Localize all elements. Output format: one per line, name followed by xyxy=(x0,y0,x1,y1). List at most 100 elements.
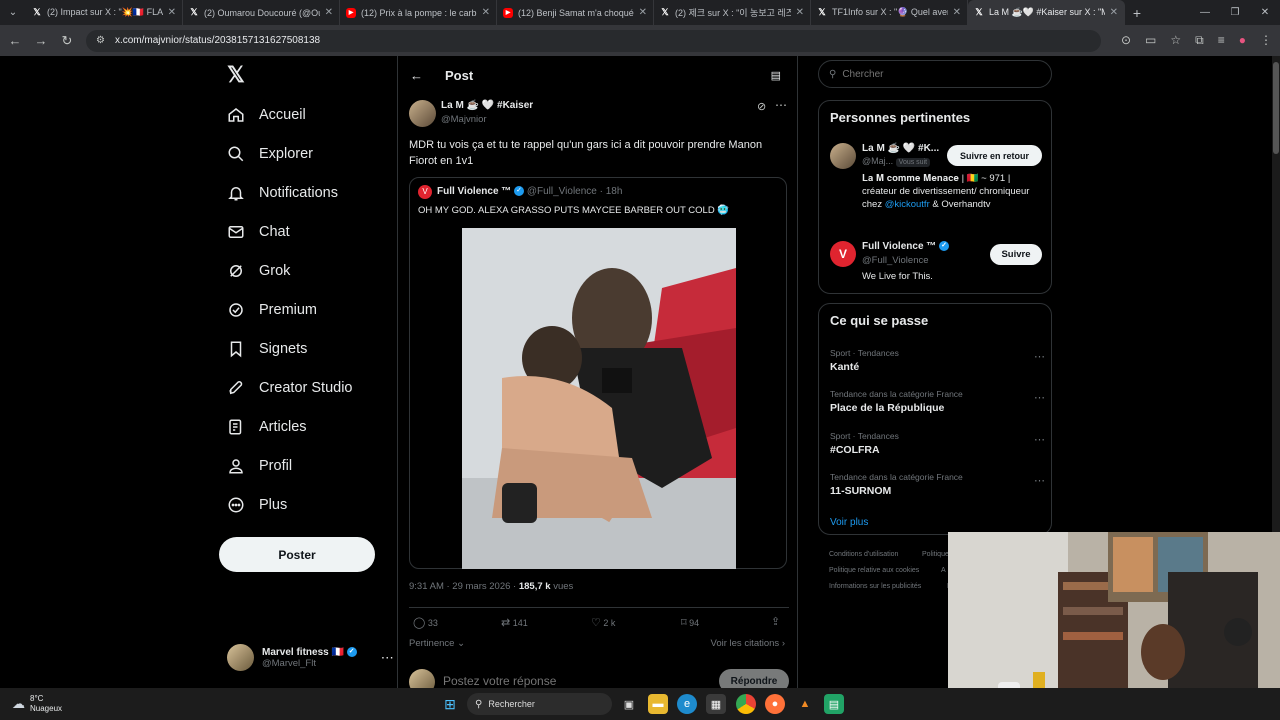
x-logo-icon[interactable]: 𝕏 xyxy=(227,62,245,88)
author-handle[interactable]: @Majvnior xyxy=(441,114,487,125)
browser-tab[interactable]: 𝕏 TF1Info sur X : "🔮 Quel avenir ✕ xyxy=(811,0,968,25)
grok-icon[interactable]: ⊘ xyxy=(757,100,766,113)
nav-item-articles[interactable]: Articles xyxy=(227,415,307,439)
follow-back-button[interactable]: Suivre en retour xyxy=(947,145,1042,166)
url-input[interactable]: ⚙ x.com/majvnior/status/2038157131627508… xyxy=(86,29,1101,52)
menu-icon[interactable]: ⋮ xyxy=(1260,33,1272,48)
scrollbar-thumb[interactable] xyxy=(1273,62,1279,154)
reply-button[interactable]: Répondre xyxy=(719,669,789,688)
account-switcher[interactable]: Marvel fitness 🇫🇷 ✓ @Marvel_Flt ⋯ xyxy=(227,644,394,671)
browser-tab-active[interactable]: 𝕏 La M ☕🤍 #Kaiser sur X : "MD ✕ xyxy=(968,0,1125,25)
star-icon[interactable]: ☆ xyxy=(1170,33,1181,48)
windows-start-icon[interactable]: ⊞ xyxy=(440,694,460,714)
trend-item[interactable]: Sport · Tendances #COLFRA ⋯ xyxy=(830,431,1045,456)
citations-link[interactable]: Voir les citations › xyxy=(711,638,785,649)
close-icon[interactable]: ✕ xyxy=(168,7,176,18)
more-icon[interactable]: ⋯ xyxy=(1034,350,1045,363)
new-tab-icon[interactable]: + xyxy=(1125,5,1149,21)
browser-tab[interactable]: ▶ (12) Benji Samat m'a choqué... ✕ xyxy=(497,0,654,25)
minimize-icon[interactable]: — xyxy=(1190,7,1220,18)
cast-icon[interactable]: ▭ xyxy=(1145,33,1156,48)
window-close-icon[interactable]: ✕ xyxy=(1250,7,1280,18)
close-icon[interactable]: ✕ xyxy=(953,7,961,18)
post-button[interactable]: Poster xyxy=(219,537,375,572)
site-info-icon[interactable]: ⚙ xyxy=(96,35,105,46)
nav-item-profile[interactable]: Profil xyxy=(227,454,292,478)
app-icon[interactable]: ▤ xyxy=(824,694,844,714)
nav-item-more[interactable]: Plus xyxy=(227,493,287,517)
weather-widget[interactable]: ☁ 8°C Nuageux xyxy=(12,694,62,714)
author-name[interactable]: La M ☕ 🤍 #Kaiser xyxy=(441,100,533,111)
file-explorer-icon[interactable]: ▬ xyxy=(648,694,668,714)
trend-item[interactable]: Sport · Tendances Kanté ⋯ xyxy=(830,348,1045,373)
profile-icon[interactable]: ● xyxy=(1239,33,1246,48)
show-more-link[interactable]: Voir plus xyxy=(830,517,868,528)
more-icon[interactable]: ⋯ xyxy=(1034,433,1045,446)
install-icon[interactable]: ⊙ xyxy=(1121,33,1131,48)
reply-button[interactable]: ◯ 33 xyxy=(413,616,438,629)
browser-tab[interactable]: 𝕏(2) Impact sur X : "💥🇫🇷 FLASH✕ xyxy=(26,0,183,25)
taskbar-search[interactable]: ⚲ Rechercher xyxy=(467,693,612,715)
footer-link[interactable]: Politique relative aux cookies xyxy=(829,567,919,574)
footer-link[interactable]: Conditions d'utilisation xyxy=(829,551,898,558)
chrome-icon[interactable] xyxy=(736,694,756,714)
avatar[interactable] xyxy=(830,143,856,169)
more-icon[interactable]: ⋯ xyxy=(381,650,394,666)
share-icon[interactable]: ⇪ xyxy=(771,615,780,628)
nav-item-creator-studio[interactable]: Creator Studio xyxy=(227,376,353,400)
extensions-icon[interactable]: ⧉ xyxy=(1195,33,1204,48)
back-arrow-icon[interactable]: ← xyxy=(410,68,423,83)
bio-link[interactable]: @kickoutfr xyxy=(885,199,930,210)
vlc-icon[interactable]: ▲ xyxy=(795,694,815,714)
browser-tab[interactable]: 𝕏 (2) Oumarou Doucouré (@Oum ✕ xyxy=(183,0,340,25)
post-more-icon[interactable]: ⋯ xyxy=(775,98,787,112)
footer-link[interactable]: A xyxy=(941,567,946,574)
tab-list-icon[interactable]: ⌄ xyxy=(0,7,26,18)
bookmark-button[interactable]: ⌑ 94 xyxy=(681,616,699,629)
close-icon[interactable]: ✕ xyxy=(482,7,490,18)
search-box[interactable]: ⚲ xyxy=(818,60,1052,88)
edge-icon[interactable]: e xyxy=(677,694,697,714)
reply-input[interactable] xyxy=(443,671,693,688)
nav-item-explore[interactable]: Explorer xyxy=(227,142,313,166)
person-name[interactable]: La M ☕ 🤍 #K... xyxy=(862,143,939,154)
search-input[interactable] xyxy=(842,68,1023,80)
person-name[interactable]: Full Violence ™ xyxy=(862,241,936,252)
quoted-post[interactable]: V Full Violence ™ ✓ @Full_Violence · 18h… xyxy=(409,177,787,569)
avatar[interactable]: V xyxy=(830,241,856,267)
tab-search-icon[interactable]: ≡ xyxy=(1218,33,1225,48)
nav-item-premium[interactable]: Premium xyxy=(227,298,317,322)
repost-button[interactable]: ⇄ 141 xyxy=(501,616,528,629)
reader-icon[interactable]: ▤ xyxy=(771,69,781,82)
store-icon[interactable]: ▦ xyxy=(706,694,726,714)
sort-dropdown[interactable]: Pertinence ⌄ xyxy=(409,638,465,649)
firefox-icon[interactable]: ● xyxy=(765,694,785,714)
browser-tab[interactable]: 𝕏 (2) 제크 sur X : "이 농보고 레즈 ✕ xyxy=(654,0,811,25)
trend-item[interactable]: Tendance dans la catégorie France Place d… xyxy=(830,389,1045,414)
back-icon[interactable]: ← xyxy=(8,33,22,48)
nav-item-chat[interactable]: Chat xyxy=(227,220,290,244)
browser-tab[interactable]: ▶ (12) Prix à la pompe : le carbur ✕ xyxy=(340,0,497,25)
footer-link[interactable]: Politique xyxy=(922,551,949,558)
close-icon[interactable]: ✕ xyxy=(1110,7,1118,18)
more-icon[interactable]: ⋯ xyxy=(1034,391,1045,404)
forward-icon[interactable]: → xyxy=(34,33,48,48)
reload-icon[interactable]: ↻ xyxy=(60,33,74,49)
maximize-icon[interactable]: ❐ xyxy=(1220,7,1250,18)
trend-item[interactable]: Tendance dans la catégorie France 11-SURN… xyxy=(830,472,1045,497)
nav-item-bookmarks[interactable]: Signets xyxy=(227,337,307,361)
follow-button[interactable]: Suivre xyxy=(990,244,1042,265)
nav-item-home[interactable]: Accueil xyxy=(227,103,306,127)
nav-item-notifications[interactable]: Notifications xyxy=(227,181,338,205)
more-icon[interactable]: ⋯ xyxy=(1034,474,1045,487)
close-icon[interactable]: ✕ xyxy=(639,7,647,18)
footer-link[interactable]: Informations sur les publicités xyxy=(829,583,921,590)
quote-media-image[interactable] xyxy=(462,228,736,569)
like-button[interactable]: ♡ 2 k xyxy=(591,616,615,629)
close-icon[interactable]: ✕ xyxy=(796,7,804,18)
author-avatar[interactable] xyxy=(409,100,436,127)
main-column: ← Post ▤ La M ☕ 🤍 #Kaiser @Majvnior ⊘ ⋯ … xyxy=(397,56,798,688)
nav-item-grok[interactable]: Grok xyxy=(227,259,290,283)
close-icon[interactable]: ✕ xyxy=(325,7,333,18)
task-view-icon[interactable]: ▣ xyxy=(619,694,639,714)
